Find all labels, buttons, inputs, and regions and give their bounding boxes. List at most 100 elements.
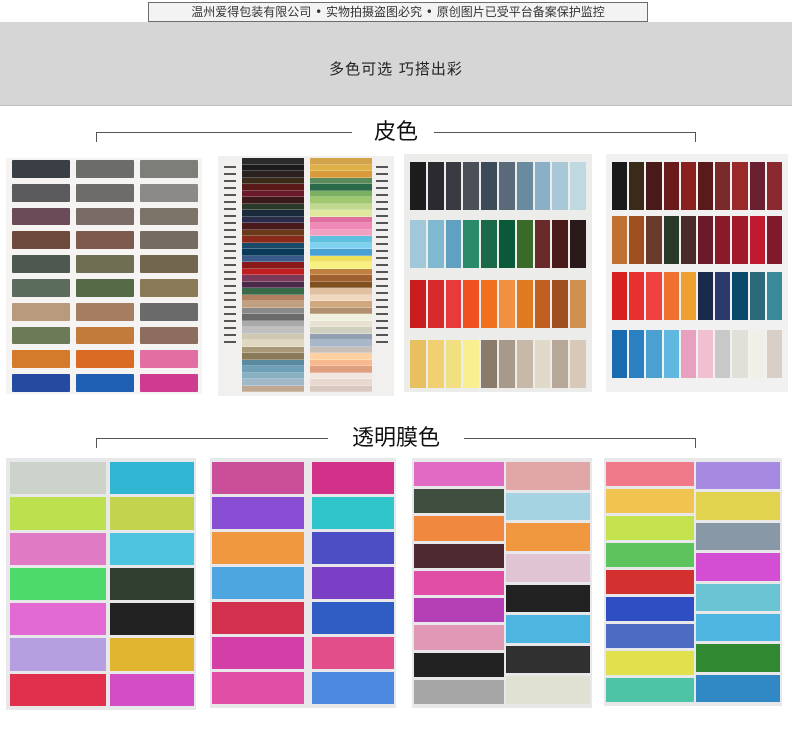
film-swatch bbox=[312, 532, 394, 564]
color-swatch bbox=[445, 220, 462, 268]
swatch-label-mark bbox=[376, 299, 388, 301]
film-swatch bbox=[414, 516, 504, 541]
color-swatch bbox=[612, 216, 628, 264]
color-swatch bbox=[481, 220, 497, 268]
film-swatch bbox=[312, 462, 394, 494]
film-swatch bbox=[606, 597, 694, 621]
swatch-label-mark bbox=[376, 250, 388, 252]
color-swatch bbox=[680, 216, 697, 264]
color-swatch bbox=[680, 162, 697, 210]
color-swatch bbox=[715, 272, 731, 320]
film-swatch bbox=[110, 462, 194, 495]
film-swatch bbox=[506, 462, 590, 490]
film-stack-left bbox=[10, 462, 106, 706]
leather-swatch-photo-4 bbox=[606, 154, 788, 392]
color-swatch bbox=[76, 374, 134, 392]
swatch-labels-left bbox=[224, 166, 236, 343]
color-swatch bbox=[570, 340, 586, 388]
color-swatch bbox=[76, 278, 134, 297]
swatch-label-mark bbox=[376, 229, 388, 231]
color-swatch bbox=[749, 272, 765, 320]
film-swatch bbox=[606, 462, 694, 486]
color-swatch bbox=[140, 231, 198, 250]
color-swatch bbox=[12, 207, 70, 226]
color-swatch bbox=[76, 183, 134, 202]
film-stack-right bbox=[312, 462, 394, 704]
color-swatch bbox=[140, 278, 198, 297]
swatch-label-mark bbox=[224, 180, 236, 182]
film-swatch bbox=[10, 567, 106, 601]
swatch-label-mark bbox=[224, 215, 236, 217]
film-swatch bbox=[212, 497, 304, 529]
swatch-label-mark bbox=[224, 334, 236, 336]
color-swatch bbox=[445, 280, 462, 328]
swatch-column-left bbox=[242, 158, 304, 392]
film-swatch bbox=[312, 637, 394, 669]
color-swatch bbox=[646, 162, 662, 210]
film-swatch bbox=[414, 598, 504, 623]
color-swatch bbox=[427, 340, 444, 388]
swatch-label-mark bbox=[224, 285, 236, 287]
swatch-row bbox=[612, 216, 783, 264]
color-swatch bbox=[715, 216, 731, 264]
film-swatch bbox=[696, 462, 780, 490]
color-swatch bbox=[463, 340, 480, 388]
color-swatch bbox=[570, 162, 586, 210]
film-swatch bbox=[110, 497, 194, 530]
color-swatch bbox=[498, 340, 515, 388]
swatch-label-mark bbox=[224, 292, 236, 294]
swatch-row bbox=[612, 162, 783, 210]
film-swatch bbox=[212, 567, 304, 599]
swatch-label-mark bbox=[224, 278, 236, 280]
color-swatch bbox=[698, 216, 714, 264]
film-swatch bbox=[506, 676, 590, 704]
color-swatch bbox=[766, 162, 783, 210]
color-swatch bbox=[534, 220, 551, 268]
film-swatch bbox=[506, 492, 590, 521]
section-title: 皮色 bbox=[373, 120, 418, 145]
swatch-row bbox=[410, 340, 586, 388]
swatch-label-mark bbox=[224, 299, 236, 301]
film-stack-left bbox=[212, 462, 304, 704]
film-swatch bbox=[110, 567, 194, 601]
film-swatch bbox=[10, 603, 106, 636]
film-swatch bbox=[212, 672, 304, 704]
color-swatch bbox=[663, 216, 679, 264]
film-swatch bbox=[110, 603, 194, 636]
color-swatch bbox=[76, 302, 134, 321]
color-swatch bbox=[732, 162, 748, 210]
color-swatch bbox=[516, 280, 533, 328]
color-swatch bbox=[680, 330, 697, 378]
swatch-label-mark bbox=[376, 313, 388, 315]
color-swatch bbox=[481, 340, 497, 388]
film-swatch bbox=[606, 678, 694, 702]
film-stack-right bbox=[110, 462, 194, 706]
color-swatch bbox=[12, 160, 70, 178]
swatch-label-mark bbox=[224, 208, 236, 210]
swatch-label-mark bbox=[224, 257, 236, 259]
color-swatch bbox=[732, 272, 748, 320]
color-swatch bbox=[427, 220, 444, 268]
film-swatch bbox=[312, 567, 394, 599]
film-swatch bbox=[414, 625, 504, 650]
color-swatch bbox=[715, 330, 731, 378]
color-swatch bbox=[76, 231, 134, 250]
swatch-label-mark bbox=[376, 257, 388, 259]
color-swatch bbox=[680, 272, 697, 320]
color-swatch bbox=[698, 162, 714, 210]
color-swatch bbox=[646, 330, 662, 378]
color-swatch bbox=[445, 340, 462, 388]
color-swatch bbox=[310, 385, 372, 392]
film-swatch bbox=[414, 462, 504, 487]
color-swatch bbox=[140, 183, 198, 202]
film-swatch bbox=[696, 553, 780, 581]
swatch-column-right bbox=[310, 158, 372, 392]
film-swatch bbox=[110, 532, 194, 565]
swatch-label-mark bbox=[224, 243, 236, 245]
color-swatch bbox=[629, 162, 645, 210]
leather-swatch-photo-3 bbox=[404, 154, 592, 392]
color-swatch bbox=[732, 330, 748, 378]
film-stack-left bbox=[606, 462, 694, 702]
color-swatch bbox=[76, 326, 134, 345]
film-swatch-photo-1 bbox=[6, 458, 196, 710]
